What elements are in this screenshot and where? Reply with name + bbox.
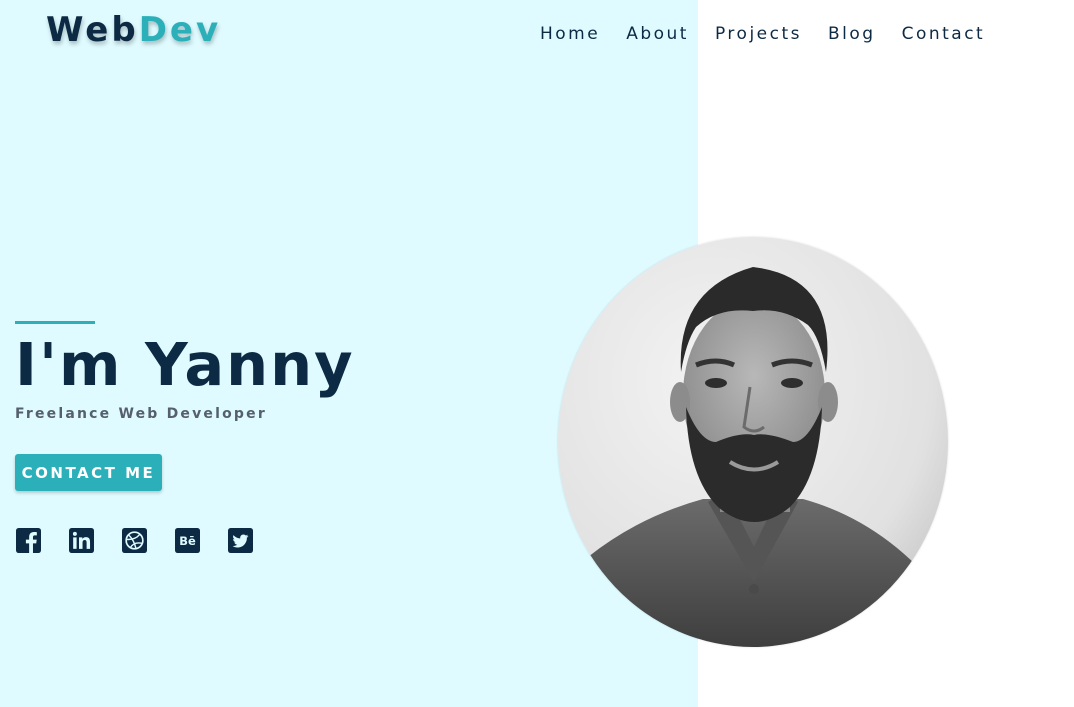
- site-logo[interactable]: WebDev: [46, 10, 221, 50]
- hero-subtitle: Freelance Web Developer: [15, 406, 267, 422]
- logo-part-web: Web: [46, 10, 139, 50]
- behance-icon[interactable]: Bē: [175, 528, 200, 553]
- facebook-icon[interactable]: [16, 528, 41, 553]
- twitter-icon[interactable]: [228, 528, 253, 553]
- profile-photo: [558, 237, 948, 647]
- main-nav: Home About Projects Blog Contact: [540, 24, 1011, 44]
- social-links: Bē: [16, 528, 281, 553]
- nav-projects[interactable]: Projects: [715, 24, 802, 44]
- dribbble-icon[interactable]: [122, 528, 147, 553]
- nav-home[interactable]: Home: [540, 24, 600, 44]
- behance-icon-glyph: Bē: [179, 534, 196, 548]
- nav-blog[interactable]: Blog: [828, 24, 876, 44]
- nav-about[interactable]: About: [626, 24, 689, 44]
- hero-title: I'm Yanny: [15, 330, 355, 399]
- contact-me-button[interactable]: CONTACT ME: [15, 454, 162, 491]
- nav-contact[interactable]: Contact: [902, 24, 986, 44]
- linkedin-icon[interactable]: [69, 528, 94, 553]
- logo-part-dev: Dev: [138, 10, 222, 50]
- title-accent-line: [15, 321, 95, 324]
